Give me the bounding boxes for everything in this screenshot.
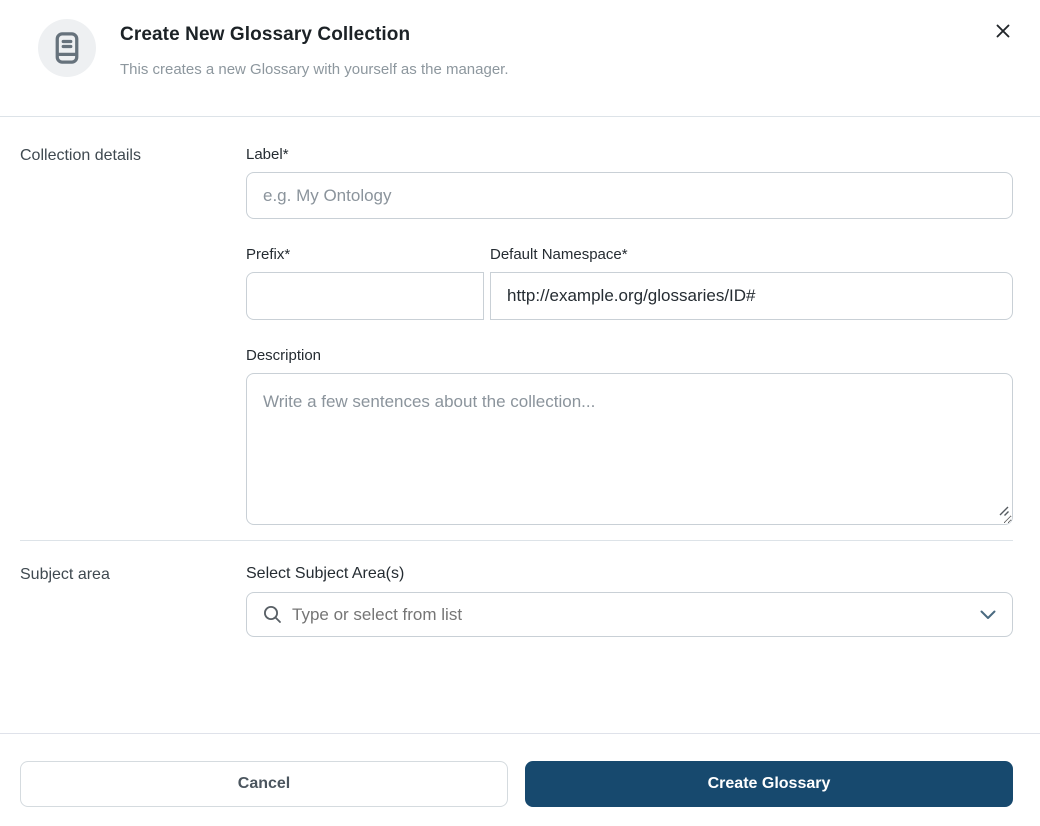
namespace-field-label: Default Namespace* [490, 246, 628, 263]
subject-area-label: Subject area [20, 566, 110, 583]
subject-area-combobox[interactable] [246, 592, 1013, 637]
prefix-namespace-labels: Prefix* Default Namespace* [246, 246, 1013, 263]
label-field-group: Label* [246, 146, 1013, 219]
close-button[interactable] [990, 18, 1016, 44]
dialog-footer: Cancel Create Glossary [0, 733, 1040, 826]
search-icon [263, 605, 282, 624]
collection-details-section: Collection details Label* Prefix* Defaul… [20, 117, 1013, 525]
prefix-input[interactable] [246, 272, 484, 320]
namespace-input[interactable] [490, 272, 1013, 320]
dialog-header-text: Create New Glossary Collection This crea… [120, 19, 509, 78]
description-field-group: Description [246, 347, 1013, 525]
label-input[interactable] [246, 172, 1013, 219]
create-glossary-button[interactable]: Create Glossary [525, 761, 1013, 807]
subject-area-input[interactable] [292, 604, 970, 625]
label-field-label: Label* [246, 146, 289, 163]
collection-details-fields: Label* Prefix* Default Namespace* [246, 146, 1013, 525]
subject-field-label: Select Subject Area(s) [246, 565, 405, 582]
prefix-namespace-group: Prefix* Default Namespace* [246, 246, 1013, 320]
subject-area-section: Subject area Select Subject Area(s) [20, 541, 1013, 637]
chevron-down-icon[interactable] [980, 610, 996, 620]
prefix-namespace-inputs [246, 272, 1013, 320]
description-field-label: Description [246, 347, 322, 364]
glossary-icon-badge [38, 19, 96, 77]
close-icon [995, 23, 1011, 39]
collection-details-label: Collection details [20, 147, 141, 164]
dialog-subtitle: This creates a new Glossary with yoursel… [120, 61, 509, 78]
dialog-header: Create New Glossary Collection This crea… [0, 0, 1040, 117]
description-textarea[interactable] [246, 373, 1013, 525]
journal-icon [52, 31, 82, 65]
cancel-button[interactable]: Cancel [20, 761, 508, 807]
prefix-field-label: Prefix* [246, 246, 291, 263]
subject-area-fields: Select Subject Area(s) [246, 565, 1013, 637]
dialog-title: Create New Glossary Collection [120, 24, 411, 45]
dialog-body: Collection details Label* Prefix* Defaul… [0, 117, 1040, 637]
